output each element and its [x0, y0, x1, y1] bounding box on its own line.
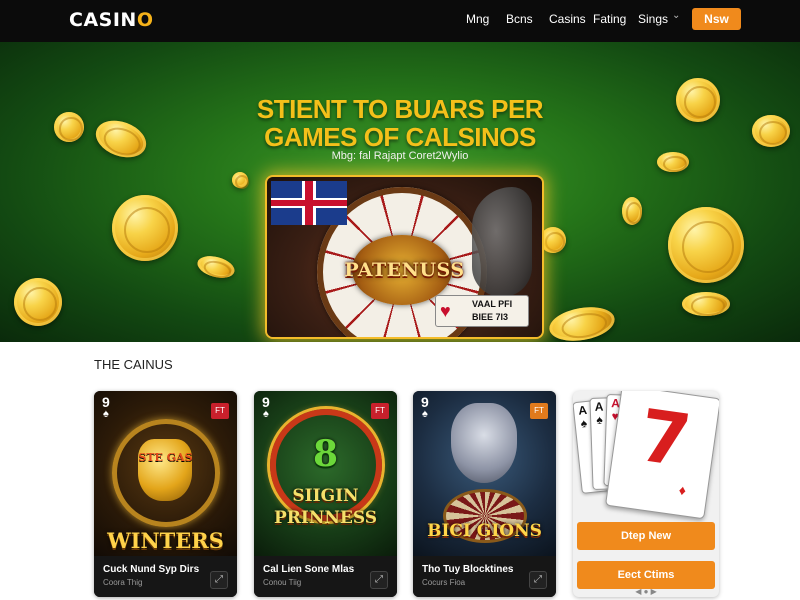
- game-name: Cuck Nund Syp Dirs: [103, 564, 200, 575]
- game-name: Cal Lien Sone Mlas: [263, 564, 355, 575]
- card-rank: 9: [262, 394, 270, 410]
- featured-game-title: PATENUSS: [344, 259, 465, 281]
- badge: FT: [211, 403, 229, 419]
- featured-info-card: ♥ VAAL PFI BIEE 7I3: [435, 295, 529, 327]
- nav-link-2[interactable]: Bcns: [506, 12, 533, 26]
- game-art-label: BICI GIONS: [427, 521, 542, 541]
- card-rank: 9: [102, 394, 110, 410]
- nav-link-1[interactable]: Mng: [466, 12, 489, 26]
- chevron-down-icon[interactable]: ⌄: [672, 10, 680, 21]
- coin-icon: [14, 278, 62, 326]
- game-art-top: 8: [312, 433, 339, 475]
- featured-info-text: VAAL PFI BIEE 7I3: [472, 299, 513, 322]
- coin-icon: [682, 292, 730, 316]
- nav-link-4[interactable]: Fating: [593, 12, 626, 26]
- seven-card: 7 ♦: [604, 391, 719, 520]
- game-card-2[interactable]: 8 SIIGIN PRINNESS 9 ♠ FT Cal Lien Sone M…: [254, 391, 397, 597]
- deposit-button[interactable]: Dtep New: [577, 522, 715, 550]
- logo-accent: O: [136, 9, 154, 31]
- promo-card: A ♠ A ♠ A ♥ 7 ♦ Dtep New Eect Ctims ◀ ● ▶: [573, 391, 719, 597]
- select-claims-button[interactable]: Eect Ctims: [577, 561, 715, 589]
- badge: FT: [371, 403, 389, 419]
- game-art-label: SIIGIN PRINNESS: [273, 486, 378, 528]
- game-card-1[interactable]: STE GAS WINTERS 9 ♠ FT Cuck Nund Syp Dir…: [94, 391, 237, 597]
- game-name: Tho Tuy Blocktines: [422, 564, 514, 575]
- coin-icon: [195, 252, 237, 282]
- top-nav: CASINO Mng Bcns Casins Fating Sings ⌄ Ns…: [0, 0, 800, 42]
- expand-icon[interactable]: ⤢: [370, 571, 388, 589]
- game-card-3[interactable]: BICI GIONS 9 ♠ FT Tho Tuy Blocktines Coc…: [413, 391, 556, 597]
- casino-logo[interactable]: CASINO: [69, 9, 153, 31]
- game-provider: Cocurs Fioa: [422, 578, 466, 587]
- section-title: THE CAINUS: [94, 357, 173, 372]
- game-art-top: STE GAS: [138, 451, 193, 464]
- spade-icon: ♠: [263, 408, 269, 420]
- card-corner: ♦: [677, 481, 688, 499]
- card-footer: Cal Lien Sone Mlas Conou Tiig ⤢: [254, 556, 397, 597]
- spade-icon: ♠: [103, 408, 109, 420]
- trophy-icon: [138, 439, 192, 501]
- expand-icon[interactable]: ⤢: [529, 571, 547, 589]
- game-art-label: WINTERS: [107, 528, 224, 553]
- character-image: [451, 403, 517, 483]
- coin-icon: [540, 227, 566, 253]
- hero-title-line-1: STIENT TO BUARS PER: [256, 94, 544, 124]
- nav-link-3[interactable]: Casins: [549, 12, 586, 26]
- seven-glyph: 7: [634, 393, 696, 484]
- game-provider: Coora Thig: [103, 578, 143, 587]
- coin-icon: [622, 197, 643, 225]
- heart-icon: ♥: [440, 301, 451, 321]
- hero-title-line-2: GAMES OF CALSINOS: [264, 122, 536, 152]
- new-button[interactable]: Nsw: [692, 8, 741, 30]
- game-provider: Conou Tiig: [263, 578, 302, 587]
- logo-text: CASIN: [69, 9, 137, 31]
- nav-link-5[interactable]: Sings: [638, 12, 668, 26]
- coin-icon: [546, 302, 618, 342]
- badge: FT: [530, 403, 548, 419]
- carousel-pager[interactable]: ◀ ● ▶: [573, 588, 719, 596]
- expand-icon[interactable]: ⤢: [210, 571, 228, 589]
- coin-icon: [668, 207, 744, 283]
- card-footer: Tho Tuy Blocktines Cocurs Fioa ⤢: [413, 556, 556, 597]
- uk-flag-icon: [271, 181, 347, 225]
- spade-icon: ♠: [422, 408, 428, 420]
- card-footer: Cuck Nund Syp Dirs Coora Thig ⤢: [94, 556, 237, 597]
- coin-icon: [112, 195, 178, 261]
- coin-icon: [232, 172, 250, 190]
- featured-game-banner[interactable]: PATENUSS ♥ VAAL PFI BIEE 7I3: [267, 177, 542, 337]
- hero-banner: STIENT TO BUARS PER GAMES OF CALSINOS Mb…: [0, 42, 800, 342]
- card-rank: 9: [421, 394, 429, 410]
- hero-subtitle: Mbg: fal Rajapt Coret2Wylio: [331, 150, 469, 162]
